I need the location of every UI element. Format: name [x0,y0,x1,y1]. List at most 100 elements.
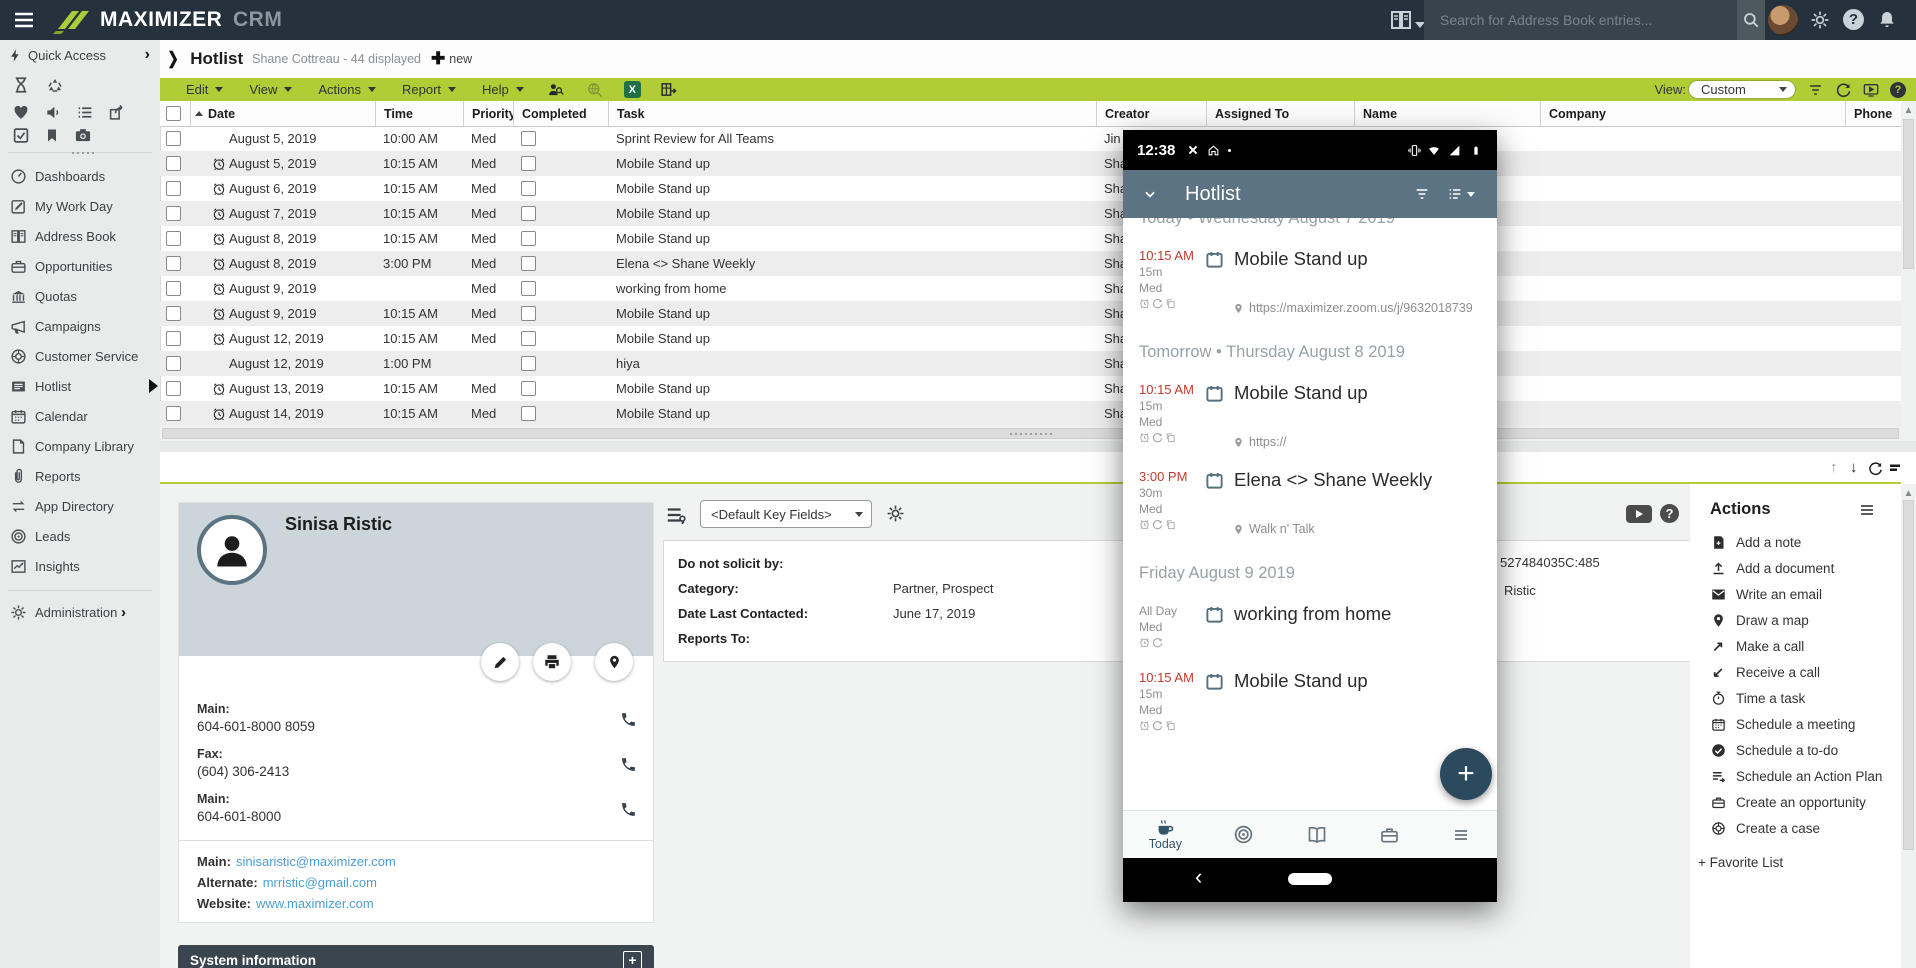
contact-search-icon[interactable] [546,81,565,98]
row-checkbox[interactable] [166,131,181,146]
completed-checkbox[interactable] [521,381,536,396]
sidebar-item[interactable]: App Directory [0,491,160,521]
select-all-checkbox[interactable] [166,106,181,121]
avatar-chip[interactable] [1335,698,1354,717]
favorites-heart-icon[interactable] [12,104,30,121]
table-vertical-scrollbar[interactable]: ▲ [1901,101,1916,426]
toolbar-menu[interactable]: Report [402,82,456,97]
checkbox-select-icon[interactable] [12,127,30,144]
details-tab[interactable] [336,474,358,482]
avatar-chip[interactable] [1260,276,1279,295]
toolbar-menu[interactable]: Help [482,82,524,97]
completed-checkbox[interactable] [521,281,536,296]
details-tab[interactable] [248,474,270,482]
toolbar-help-icon[interactable]: ? [1890,82,1906,98]
column-header-completed[interactable]: Completed [513,101,608,126]
details-tab[interactable] [270,474,292,482]
row-checkbox[interactable] [166,281,181,296]
panel-collapse-chevron-icon[interactable]: ❯ [167,49,178,69]
print-icon[interactable] [533,643,571,681]
timer-hourglass-icon[interactable] [12,76,30,94]
call-phone-icon[interactable] [620,801,637,818]
avatar-chip[interactable] [1235,497,1254,516]
camera-icon[interactable] [74,127,92,144]
table-row[interactable]: August 8, 2019 3:00 PM Med Elena <> Shan… [160,251,1901,276]
details-menu-icon[interactable] [1888,462,1902,474]
column-header-time[interactable]: Time [375,101,463,126]
sidebar-item[interactable]: Calendar [0,401,160,431]
column-list-icon[interactable] [76,104,94,121]
column-header-company[interactable]: Company [1540,101,1845,126]
table-row[interactable]: August 14, 2019 10:15 AM Med Mobile Stan… [160,401,1901,426]
completed-checkbox[interactable] [521,256,536,271]
completed-checkbox[interactable] [521,206,536,221]
row-checkbox[interactable] [166,406,181,421]
edit-pencil-icon[interactable] [481,643,519,681]
sidebar-item[interactable]: Dashboards [0,161,160,191]
completed-checkbox[interactable] [521,331,536,346]
search-button[interactable] [1737,0,1765,40]
toolbar-menu[interactable]: Actions [318,82,376,97]
table-row[interactable]: August 5, 2019 10:00 AM Med Sprint Revie… [160,126,1901,151]
scrollbar-thumb[interactable] [1903,119,1914,269]
details-tab[interactable] [182,474,204,482]
completed-checkbox[interactable] [521,181,536,196]
details-vertical-scrollbar[interactable]: ▲ [1901,484,1916,968]
scroll-up-arrow-icon[interactable]: ▲ [1901,101,1916,116]
action-item[interactable]: Add a note [1690,529,1901,555]
row-checkbox[interactable] [166,256,181,271]
settings-gear-icon[interactable] [1810,10,1830,30]
table-row[interactable]: August 5, 2019 10:15 AM Med Mobile Stand… [160,151,1901,176]
panel-help-icon[interactable]: ? [1660,504,1679,523]
email-link[interactable]: www.maximizer.com [256,896,374,911]
sidebar-item[interactable]: Leads [0,521,160,551]
row-checkbox[interactable] [166,156,181,171]
avatar-chip[interactable] [1310,410,1329,429]
column-header-priority[interactable]: Priority [463,101,513,126]
announce-speaker-icon[interactable] [44,104,62,121]
hamburger-menu-icon[interactable] [10,8,38,32]
phone-filter-icon[interactable] [1413,186,1431,202]
action-item[interactable]: Write an email [1690,581,1901,607]
android-home-pill[interactable] [1288,873,1332,885]
table-row[interactable]: August 9, 2019 10:15 AM Med Mobile Stand… [160,301,1901,326]
agenda-card[interactable]: All Day Med [1123,593,1497,660]
actions-menu-icon[interactable] [1857,502,1877,518]
scrollbar-thumb[interactable] [1903,500,1914,850]
table-row[interactable]: August 7, 2019 10:15 AM Med Mobile Stand… [160,201,1901,226]
nav-address-book-icon[interactable] [1306,825,1328,845]
recycle-icon[interactable] [46,76,64,94]
sidebar-item[interactable]: Campaigns [0,311,160,341]
column-header-task[interactable]: Task [608,101,1096,126]
sidebar-item[interactable]: My Work Day [0,191,160,221]
add-new-label[interactable]: new [449,52,472,66]
row-checkbox[interactable] [166,331,181,346]
agenda-card[interactable]: 10:15 AM 15m Med [1123,372,1497,459]
action-item[interactable]: Schedule an Action Plan [1690,763,1901,789]
map-pin-icon[interactable] [595,643,633,681]
notifications-bell-icon[interactable] [1877,9,1897,30]
export-share-icon[interactable] [108,104,126,121]
sidebar-item[interactable]: Customer Service [0,341,160,371]
sidebar-item[interactable]: Opportunities [0,251,160,281]
action-item[interactable]: ↙ Receive a call [1690,659,1901,685]
presentation-icon[interactable] [1862,82,1880,98]
collapse-chevron-down-icon[interactable] [1141,187,1159,201]
add-new-plus-icon[interactable]: ✚ [431,49,445,69]
action-item[interactable]: Draw a map [1690,607,1901,633]
table-row[interactable]: August 12, 2019 1:00 PM hiya Shan [160,351,1901,376]
scroll-up-arrow-icon[interactable]: ▲ [1901,484,1916,499]
row-checkbox[interactable] [166,181,181,196]
details-tab[interactable] [226,474,248,482]
agenda-card[interactable]: 3:00 PM 30m Med [1123,459,1497,546]
table-row[interactable]: August 13, 2019 10:15 AM Med Mobile Stan… [160,376,1901,401]
avatar-chip[interactable] [1335,276,1354,295]
avatar-chip[interactable] [1285,698,1304,717]
row-checkbox[interactable] [166,206,181,221]
nav-opportunities-briefcase-icon[interactable] [1379,825,1400,845]
sidebar-item[interactable]: Quotas [0,281,160,311]
panel-splitter[interactable] [160,441,1916,452]
refresh-details-icon[interactable] [1868,461,1883,476]
completed-checkbox[interactable] [521,356,536,371]
action-item[interactable]: Schedule a meeting [1690,711,1901,737]
